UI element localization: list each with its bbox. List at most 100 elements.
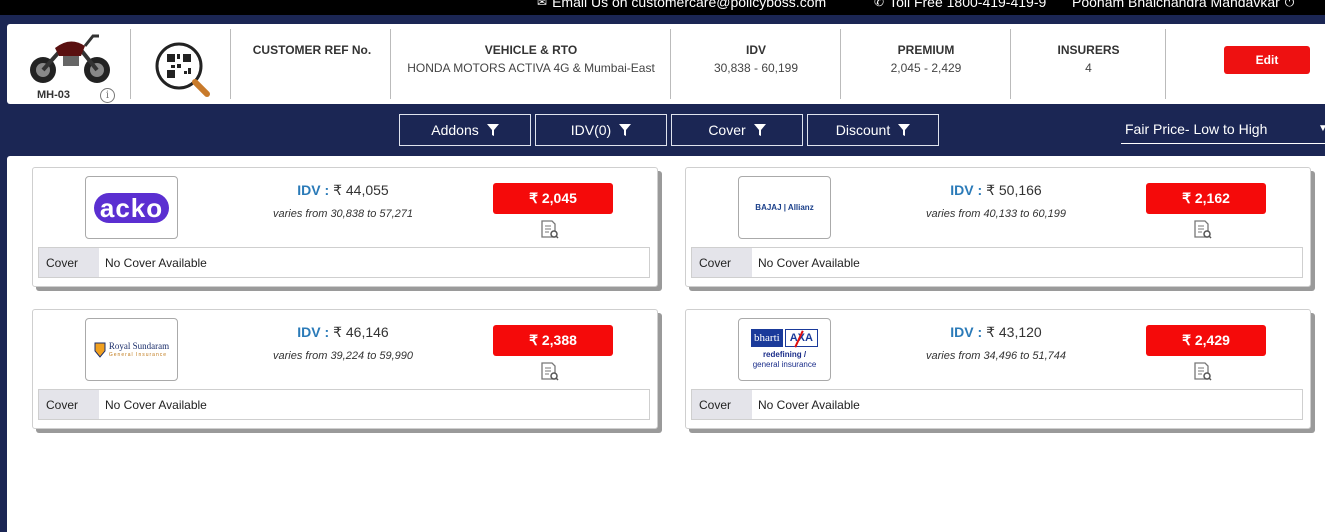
idv-key: IDV : — [950, 324, 983, 340]
quote-card-royal-sundaram: Royal Sundaram General Insurance IDV : ₹… — [32, 309, 658, 429]
idv-label: IDV — [745, 43, 766, 57]
cover-row: Cover No Cover Available — [38, 389, 650, 420]
idv-line: IDV : ₹ 46,146 — [217, 324, 469, 341]
idv-value: 30,838 - 60,199 — [713, 61, 799, 75]
idv-cell: IDV 30,838 - 60,199 — [671, 29, 841, 99]
customer-ref-cell: CUSTOMER REF No. — [237, 29, 387, 99]
edit-button[interactable]: Edit — [1224, 46, 1310, 74]
cover-row: Cover No Cover Available — [691, 247, 1303, 278]
cover-label: Cover — [39, 248, 99, 277]
idv-amount: ₹ 50,166 — [986, 182, 1042, 198]
insurer-logo-acko: acko — [85, 176, 178, 239]
idv-line: IDV : ₹ 43,120 — [870, 324, 1122, 341]
divider — [1165, 29, 1166, 99]
vehicle-cell: VEHICLE & RTO HONDA MOTORS ACTIVA 4G & M… — [392, 29, 670, 99]
document-search-icon[interactable] — [541, 220, 559, 239]
funnel-icon — [619, 124, 632, 136]
user-menu[interactable]: Poonam Bhaichandra Mandavkar ⏻ — [1072, 0, 1294, 10]
idv-line: IDV : ₹ 44,055 — [217, 182, 469, 199]
idv-range: varies from 34,496 to 51,744 — [925, 350, 1067, 362]
cover-value: No Cover Available — [105, 255, 207, 270]
discount-filter-label: Discount — [835, 122, 891, 138]
funnel-icon — [753, 124, 766, 136]
bharti-logo-line2: general insurance — [752, 360, 817, 369]
idv-key: IDV : — [297, 182, 330, 198]
cover-row: Cover No Cover Available — [691, 389, 1303, 420]
divider — [130, 29, 131, 99]
idv-key: IDV : — [950, 182, 983, 198]
premium-buy-button[interactable]: ₹ 2,388 — [493, 325, 613, 356]
axa-logo-text: AXA — [784, 329, 818, 347]
insurer-logo-bajaj-allianz: BAJAJ | Allianz — [738, 176, 831, 239]
top-bar: ✉ Email Us on customercare@policyboss.co… — [0, 0, 1325, 15]
idv-range: varies from 40,133 to 60,199 — [925, 208, 1067, 220]
vehicle-label: VEHICLE & RTO — [484, 43, 578, 57]
quote-card-bajaj-allianz: BAJAJ | Allianz IDV : ₹ 50,166 varies fr… — [685, 167, 1311, 287]
funnel-icon — [486, 124, 499, 136]
cover-filter-button[interactable]: Cover — [671, 114, 803, 146]
divider — [390, 29, 391, 99]
summary-header: MH-03 i CUSTOMER REF No. VEHICLE & RTO H… — [7, 24, 1325, 104]
insurers-label: INSURERS — [1057, 43, 1120, 57]
info-icon[interactable]: i — [100, 88, 115, 103]
document-search-icon[interactable] — [1194, 362, 1212, 381]
idv-range: varies from 39,224 to 59,990 — [272, 350, 414, 362]
vehicle-value: HONDA MOTORS ACTIVA 4G & Mumbai-East — [407, 61, 655, 75]
addons-filter-button[interactable]: Addons — [399, 114, 531, 146]
premium-value: 2,045 - 2,429 — [890, 61, 962, 75]
phone-icon: ✆ — [874, 0, 885, 9]
premium-buy-button[interactable]: ₹ 2,045 — [493, 183, 613, 214]
cover-value: No Cover Available — [105, 397, 207, 412]
cover-label: Cover — [39, 390, 99, 419]
rto-code: MH-03 — [37, 89, 71, 101]
insurers-value: 4 — [1085, 61, 1092, 75]
chevron-down-icon: ▼ — [1318, 123, 1325, 134]
sort-selected-value: Fair Price- Low to High — [1125, 121, 1268, 137]
document-search-icon[interactable] — [541, 362, 559, 381]
tollfree-text: Toll Free 1800-419-419-9 — [889, 0, 1047, 10]
cover-value: No Cover Available — [758, 397, 860, 412]
divider — [230, 29, 231, 99]
insurer-logo-bharti-axa: bharti AXA redefining / general insuranc… — [738, 318, 831, 381]
idv-amount: ₹ 43,120 — [986, 324, 1042, 340]
funnel-icon — [898, 124, 911, 136]
bharti-logo-text: bharti — [751, 329, 783, 347]
cover-value: No Cover Available — [758, 255, 860, 270]
quote-card-acko: acko IDV : ₹ 44,055 varies from 30,838 t… — [32, 167, 658, 287]
email-link[interactable]: ✉ Email Us on customercare@policyboss.co… — [537, 0, 826, 10]
idv-range: varies from 30,838 to 57,271 — [272, 208, 414, 220]
discount-filter-button[interactable]: Discount — [807, 114, 939, 146]
power-icon[interactable]: ⏻ — [1285, 0, 1295, 10]
premium-buy-button[interactable]: ₹ 2,429 — [1146, 325, 1266, 356]
idv-amount: ₹ 46,146 — [333, 324, 389, 340]
royal-sundaram-logo-text: Royal Sundaram — [108, 341, 170, 351]
document-search-icon[interactable] — [1194, 220, 1212, 239]
insurers-cell: INSURERS 4 — [1011, 29, 1166, 99]
idv-filter-button[interactable]: IDV(0) — [535, 114, 667, 146]
user-name: Poonam Bhaichandra Mandavkar — [1072, 0, 1280, 10]
tollfree-link[interactable]: ✆ Toll Free 1800-419-419-9 — [874, 0, 1046, 10]
cover-label: Cover — [692, 390, 752, 419]
addons-filter-label: Addons — [431, 122, 479, 138]
premium-label: PREMIUM — [897, 43, 955, 57]
qr-search-icon[interactable] — [153, 40, 213, 100]
cover-row: Cover No Cover Available — [38, 247, 650, 278]
royal-sundaram-logo-sub: General Insurance — [108, 352, 168, 358]
insurer-logo-royal-sundaram: Royal Sundaram General Insurance — [85, 318, 178, 381]
bharti-logo-line1: redefining / — [762, 350, 807, 359]
cover-filter-label: Cover — [708, 122, 746, 138]
sort-select[interactable]: Fair Price- Low to High ▼ — [1121, 114, 1325, 144]
premium-buy-button[interactable]: ₹ 2,162 — [1146, 183, 1266, 214]
idv-amount: ₹ 44,055 — [333, 182, 389, 198]
cover-label: Cover — [692, 248, 752, 277]
idv-filter-label: IDV(0) — [570, 122, 612, 138]
customer-ref-label: CUSTOMER REF No. — [252, 43, 372, 57]
bajaj-logo-text: BAJAJ | Allianz — [755, 203, 814, 212]
acko-logo-text: acko — [93, 192, 170, 223]
idv-key: IDV : — [297, 324, 330, 340]
royal-sundaram-logo: Royal Sundaram General Insurance — [94, 341, 169, 358]
bike-image — [30, 34, 110, 83]
premium-cell: PREMIUM 2,045 - 2,429 — [841, 29, 1011, 99]
quotes-panel: acko IDV : ₹ 44,055 varies from 30,838 t… — [7, 156, 1325, 532]
bharti-axa-logo: bharti AXA redefining / general insuranc… — [751, 329, 818, 370]
